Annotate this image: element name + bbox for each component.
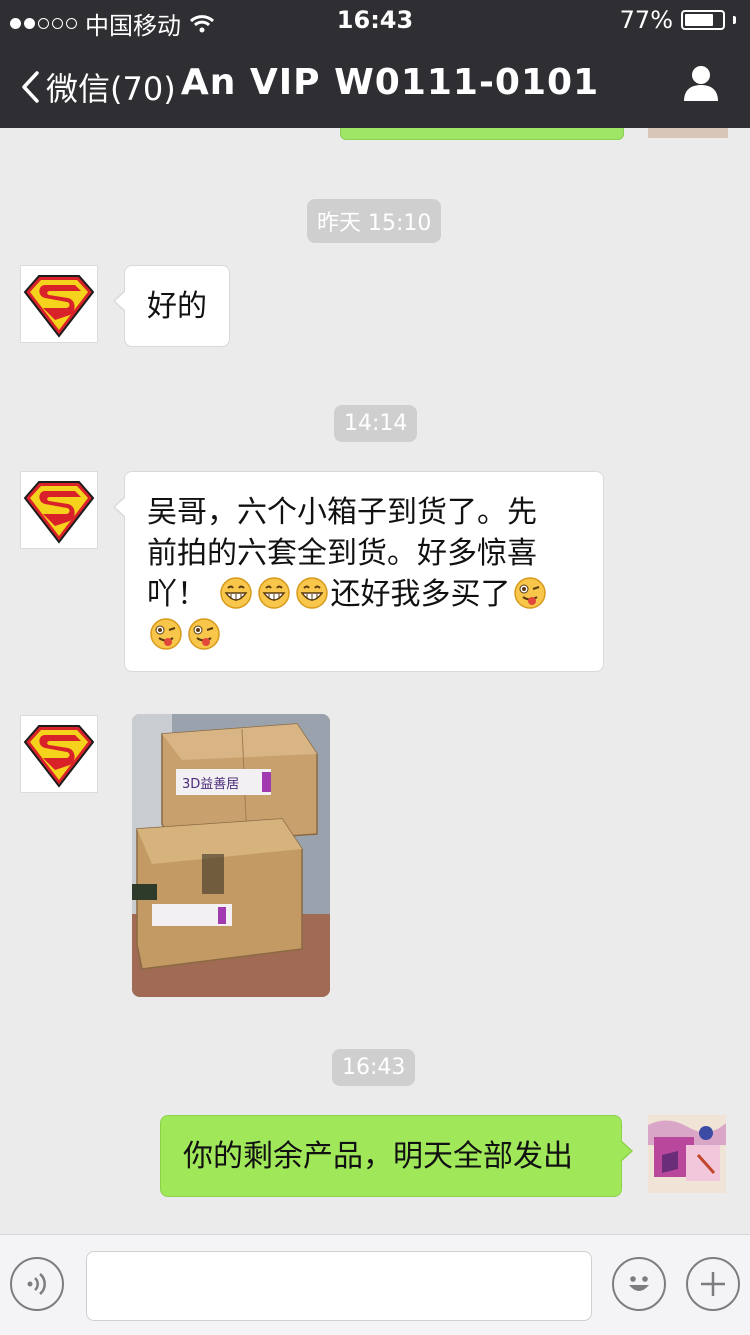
message-input[interactable] bbox=[86, 1251, 592, 1321]
person-icon bbox=[684, 66, 718, 101]
timestamp-1643: 16:43 bbox=[332, 1049, 416, 1086]
voice-icon bbox=[27, 1273, 46, 1295]
superman-logo-icon bbox=[23, 275, 95, 338]
message-line bbox=[147, 615, 581, 656]
message-bubble-2[interactable]: 吴哥，六个小箱子到货了。先 前拍的六套全到货。好多惊喜 吖！ 还好我多买了 bbox=[113, 471, 604, 672]
superman-logo-icon bbox=[23, 481, 95, 544]
drawing-avatar-image bbox=[648, 1115, 726, 1193]
chat-title: An VIP W0111-0101 bbox=[180, 62, 600, 103]
photo-message[interactable]: 3D益善居 bbox=[132, 714, 330, 997]
battery-percent: 77% bbox=[619, 6, 673, 34]
chat-area[interactable]: 昨天 15:10 好的 14:14 吴哥，六个小箱子到货了。先 前拍的六套全到货… bbox=[0, 128, 750, 1234]
message-bubble-1[interactable]: 好的 bbox=[113, 265, 230, 347]
more-actions-button[interactable] bbox=[686, 1257, 740, 1311]
battery-status: 77% bbox=[620, 6, 736, 34]
timestamp-yesterday: 昨天 15:10 bbox=[307, 199, 442, 243]
contact-avatar[interactable] bbox=[20, 715, 98, 793]
grin-emoji-icon bbox=[295, 577, 328, 609]
grin-emoji-icon bbox=[257, 577, 290, 609]
nav-bar: 微信(70) An VIP W0111-0101 bbox=[0, 40, 750, 128]
voice-toggle-button[interactable] bbox=[10, 1257, 64, 1311]
emoji-button[interactable] bbox=[612, 1257, 666, 1311]
wink-tongue-emoji-icon bbox=[513, 577, 546, 609]
message-line: 前拍的六套全到货。好多惊喜 bbox=[147, 536, 537, 571]
message-text: 吖！ bbox=[147, 577, 207, 612]
smiley-icon bbox=[629, 1276, 649, 1291]
superman-logo-icon bbox=[23, 725, 95, 788]
wink-tongue-emoji-icon bbox=[188, 618, 220, 650]
profile-button[interactable] bbox=[682, 64, 720, 106]
my-avatar-partial[interactable] bbox=[648, 128, 728, 138]
message-text: 好的 bbox=[147, 289, 207, 324]
timestamp-1414: 14:14 bbox=[334, 405, 418, 442]
previous-message-bubble[interactable] bbox=[340, 128, 624, 140]
grin-emoji-icon bbox=[219, 577, 252, 609]
message-text: 还好我多买了 bbox=[330, 577, 511, 612]
battery-icon bbox=[681, 10, 725, 30]
plus-icon bbox=[701, 1272, 725, 1296]
status-bar: 中国移动 16:43 77% bbox=[0, 0, 750, 40]
wink-tongue-emoji-icon bbox=[150, 618, 182, 650]
cardboard-boxes-photo: 3D益善居 bbox=[132, 714, 330, 997]
my-avatar[interactable] bbox=[648, 1115, 726, 1193]
contact-avatar[interactable] bbox=[20, 265, 98, 343]
input-bar bbox=[0, 1234, 750, 1335]
my-message-bubble[interactable]: 你的剩余产品，明天全部发出 bbox=[160, 1115, 633, 1197]
box-label-text: 3D益善居 bbox=[182, 776, 239, 792]
message-line: 吴哥，六个小箱子到货了。先 bbox=[147, 495, 537, 530]
message-line: 吖！ 还好我多买了 bbox=[147, 574, 581, 615]
message-text: 你的剩余产品，明天全部发出 bbox=[183, 1139, 573, 1174]
contact-avatar[interactable] bbox=[20, 471, 98, 549]
